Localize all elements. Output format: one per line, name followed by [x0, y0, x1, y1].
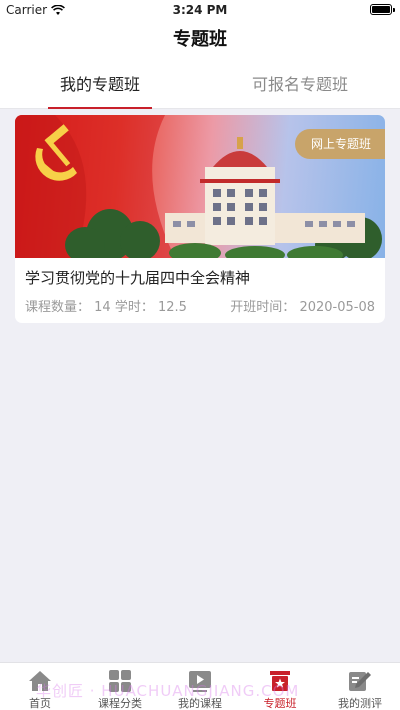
start-date-value: 2020-05-08: [299, 300, 375, 315]
course-count-value: 14: [94, 300, 111, 315]
tabbar-label: 专题班: [263, 697, 297, 710]
page-title: 专题班: [173, 29, 227, 50]
status-bar: Carrier 3:24 PM: [0, 0, 400, 20]
tabbar-item-my-evaluation[interactable]: 我的测评: [320, 663, 400, 710]
tab-label: 我的专题班: [59, 75, 140, 94]
tabbar-label: 我的测评: [338, 697, 382, 710]
bottom-tab-bar: 首页 课程分类 我的课程 专题班 我的测评: [0, 662, 400, 710]
tabbar-item-course-category[interactable]: 课程分类: [80, 663, 160, 710]
special-class-icon: [270, 671, 290, 691]
tab-label: 可报名专题班: [251, 75, 348, 94]
hours-value: 12.5: [158, 300, 187, 315]
tabbar-label: 首页: [29, 697, 51, 710]
evaluation-icon: [349, 672, 371, 691]
course-title: 学习贯彻党的十九届四中全会精神: [25, 269, 251, 287]
tabbar-label: 我的课程: [178, 697, 222, 710]
grid-icon: [109, 670, 131, 692]
tabbar-item-my-courses[interactable]: 我的课程: [160, 663, 240, 710]
active-tab-indicator: [48, 107, 152, 109]
tab-my-special-class[interactable]: 我的专题班: [0, 62, 200, 109]
home-icon: [29, 671, 51, 691]
tabbar-item-special-class[interactable]: 专题班: [240, 663, 320, 710]
tabbar-item-home[interactable]: 首页: [0, 663, 80, 710]
nav-bar: 专题班: [0, 20, 400, 62]
course-meta-left: 课程数量： 14 学时： 12.5: [25, 296, 187, 315]
segment-tabs: 我的专题班 可报名专题班: [0, 62, 400, 109]
status-time: 3:24 PM: [172, 3, 228, 17]
hours-label: 学时：: [114, 300, 154, 315]
online-class-badge: 网上专题班: [294, 129, 385, 159]
course-meta-right: 开班时间： 2020-05-08: [230, 296, 375, 315]
course-banner-image: 网上专题班: [15, 115, 385, 258]
battery-icon: [370, 4, 395, 15]
tab-available-special-class[interactable]: 可报名专题班: [200, 62, 400, 108]
course-card[interactable]: 网上专题班 学习贯彻党的十九届四中全会精神 课程数量： 14 学时： 12.5 …: [15, 115, 385, 323]
course-count-label: 课程数量：: [25, 300, 91, 315]
play-icon: [189, 671, 211, 692]
start-date-label: 开班时间：: [230, 300, 296, 315]
tabbar-label: 课程分类: [98, 697, 142, 710]
